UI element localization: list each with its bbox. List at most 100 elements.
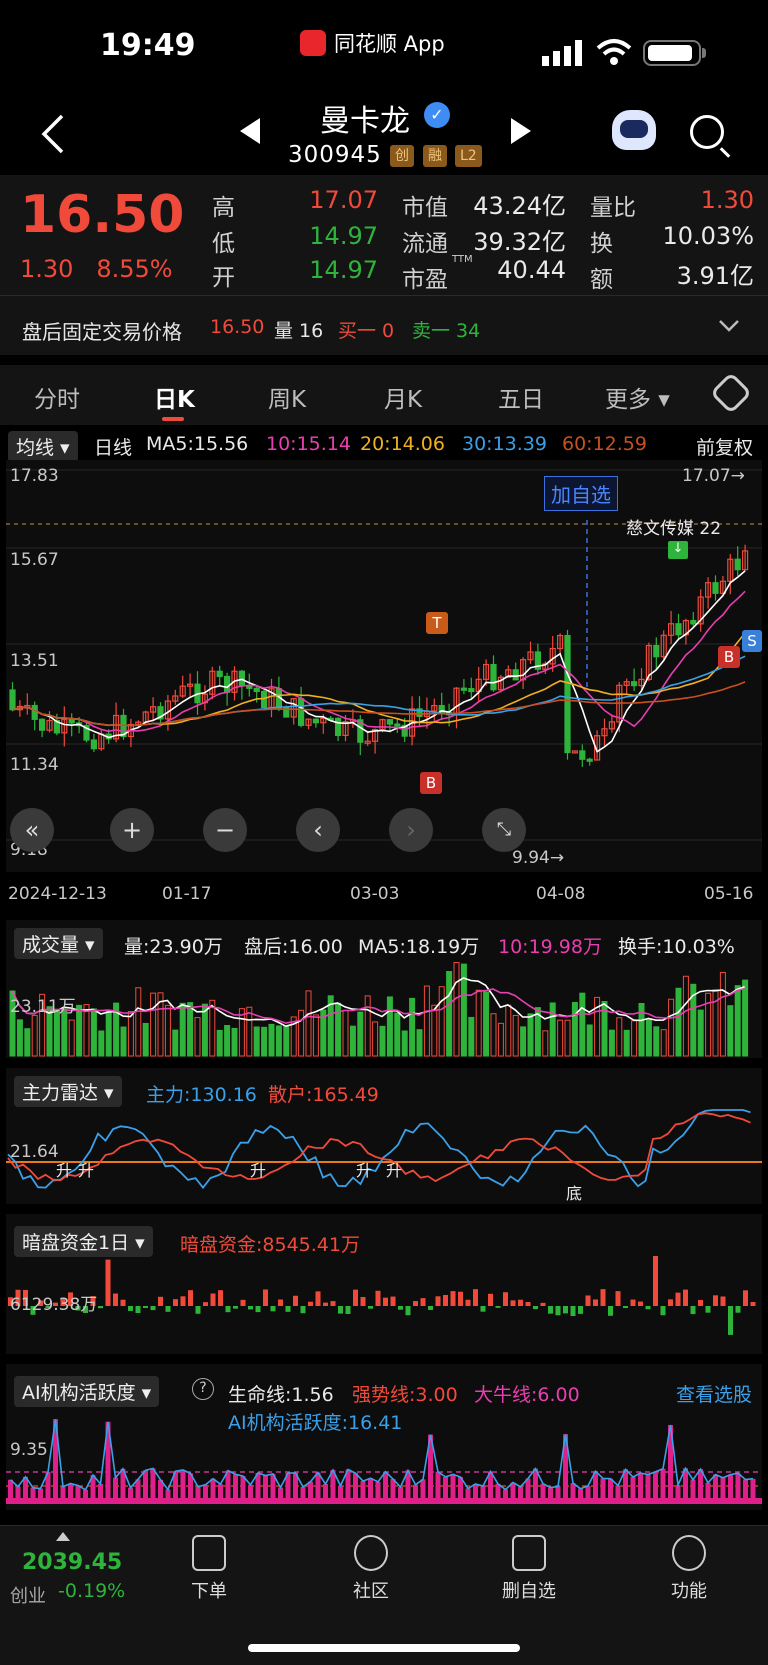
dark-pool-bar-outflow [98,1306,103,1309]
ai-activity-bar [705,1482,711,1498]
ma-selector[interactable]: 均线 ▾ [8,431,78,462]
tab-five-day[interactable]: 五日 [498,380,544,414]
dark-pool-bar-inflow [188,1290,193,1306]
ai-assistant-icon[interactable] [612,110,656,150]
candle-body [630,681,638,687]
dark-pool-bar-inflow [473,1289,478,1306]
dark-pool-bar-inflow [600,1289,606,1306]
dark-pool-bar-outflow [195,1306,201,1314]
volume-bar [357,1011,364,1057]
dark-pool-bar-inflow [263,1289,268,1306]
dark-pool-bar-inflow [360,1296,366,1306]
ai-activity-bar [473,1484,478,1498]
remove-watch-button[interactable]: 删自选 [484,1535,574,1603]
tag-chuang: 创 [390,145,414,167]
dark-pool-bar-inflow [503,1292,508,1306]
community-button[interactable]: 社区 [326,1535,416,1603]
volume-bar [616,1017,623,1057]
ai-view-stocks-link[interactable]: 查看选股 [676,1380,752,1407]
volume-ma10-line [11,987,745,1024]
radar-retail-value: 散户:165.49 [268,1084,379,1106]
ai-activity-bar [743,1479,748,1498]
sell-signal-s-right: S [742,630,762,652]
ai-activity-bar [68,1483,73,1498]
ai-baseline-band [6,1498,762,1504]
zoom-in-button[interactable]: + [110,808,154,852]
volume-bar [409,997,416,1057]
scroll-left-button[interactable]: ‹ [296,808,340,852]
candle-body [335,717,342,737]
zoom-out-button[interactable]: − [203,808,247,852]
ai-selector[interactable]: AI机构活跃度 ▾ [14,1376,160,1407]
ai-activity-bar [263,1475,268,1498]
volume-bar [497,1022,504,1057]
add-watch-badge[interactable]: 加自选 [544,476,618,511]
high-value: 17.07 [309,186,378,214]
volume-selector[interactable]: 成交量 ▾ [14,928,103,959]
dark-pool-bar-inflow [413,1301,418,1306]
dark-pool-bar-outflow [555,1306,561,1316]
tab-monthly-k[interactable]: 月K [384,380,422,414]
dark-pool-bar-outflow [248,1306,253,1310]
prev-stock-icon[interactable] [240,118,260,144]
tab-intraday[interactable]: 分时 [34,380,80,414]
fullscreen-button[interactable]: ⤡ [482,808,526,852]
volume-bar [542,1030,549,1057]
tab-daily-k[interactable]: 日K [154,380,195,414]
ai-activity-bar [645,1474,651,1498]
dark-pool-bar-outflow [690,1306,696,1315]
sell-signal-icon: ↓ [668,541,688,559]
dark-pool-chart [8,1256,756,1335]
volume-turnover: 换手:10.03% [618,936,735,958]
volume-bar [727,1005,734,1057]
expand-index-icon[interactable] [56,1532,70,1541]
ai-strong-line: 强势线:3.00 [352,1384,458,1406]
volume-bar [83,1004,90,1057]
volume-bar [209,999,216,1057]
battery-icon [643,40,701,66]
chevron-down-icon[interactable] [718,318,740,334]
candle-body [460,687,467,691]
functions-button[interactable]: 功能 [644,1535,734,1603]
after-hours-buy: 买一 0 [338,320,395,342]
dark-pool-bar-inflow [435,1296,441,1306]
tab-weekly-k[interactable]: 周K [268,380,306,414]
ai-activity-bar [443,1476,448,1498]
ai-activity-bar [60,1486,66,1498]
dark-pool-selector[interactable]: 暗盘资金1日 ▾ [14,1226,153,1257]
candle-body [90,739,98,750]
ai-activity-bar [465,1488,471,1498]
adjust-mode[interactable]: 前复权 [696,433,753,460]
buy-signal-b-right: B [718,646,740,668]
candle-body [224,675,231,693]
ai-activity-bar [503,1489,508,1498]
volume-bar [312,1014,319,1057]
volume-bar [564,1019,571,1057]
scroll-right-button[interactable]: › [389,808,433,852]
radar-selector[interactable]: 主力雷达 ▾ [14,1076,122,1107]
back-icon[interactable] [34,112,74,156]
help-icon[interactable]: ? [192,1378,214,1400]
index-name: 创业 [10,1586,46,1607]
volume-bar [68,1019,75,1057]
volume-selector-label: 成交量 [22,934,80,956]
ai-activity-bar [600,1478,606,1498]
dark-pool-bar-outflow [570,1306,576,1317]
order-button[interactable]: 下单 [164,1535,254,1603]
dark-pool-bar-outflow [405,1306,411,1316]
dark-pool-bar-inflow [683,1289,688,1306]
index-value[interactable]: 2039.45 [22,1550,122,1575]
volume-bar [682,975,689,1057]
dark-pool-bar-inflow [158,1296,163,1306]
volume-bar [372,1021,379,1057]
volume-bar [697,1009,704,1057]
next-stock-icon[interactable] [511,118,531,144]
pe-ttm-label: TTM [452,254,473,265]
dark-pool-bar-inflow [105,1259,111,1306]
search-icon[interactable] [690,115,724,149]
volume-bar [127,1011,134,1057]
collapse-left-button[interactable]: « [10,808,54,852]
date-label-5: 05-16 [704,884,754,904]
tab-more[interactable]: 更多 ▾ [605,380,670,414]
radar-mark-bottom: 底 [566,1184,583,1203]
